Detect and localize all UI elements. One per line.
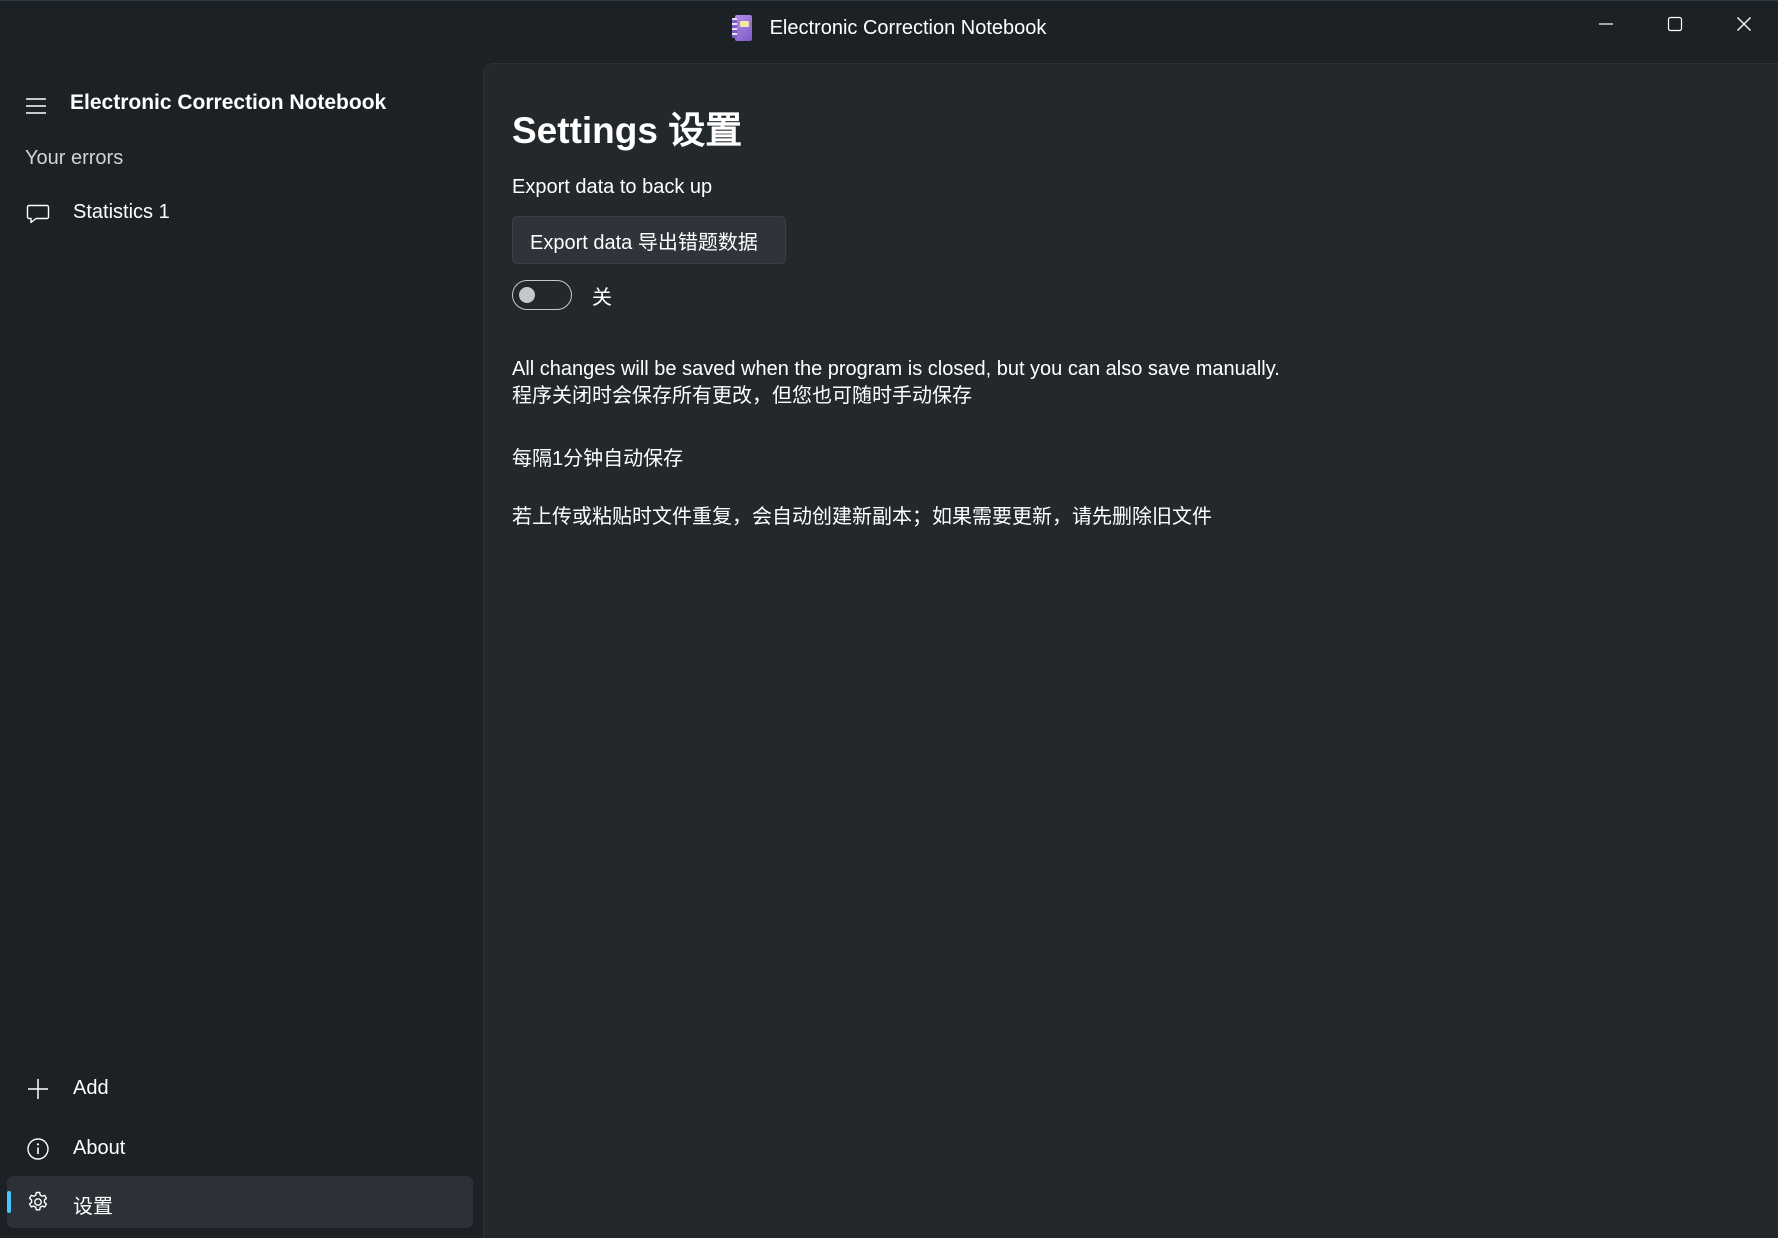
toggle-knob	[519, 287, 535, 303]
maximize-button[interactable]	[1640, 1, 1709, 47]
app-window: Electronic Correction Notebook Electroni…	[0, 0, 1778, 1238]
save-info-english: All changes will be saved when the progr…	[512, 358, 1280, 380]
selection-indicator	[7, 1191, 11, 1213]
section-header-your-errors: Your errors	[25, 147, 124, 169]
sidebar-item-label: Add	[73, 1077, 109, 1099]
page-title: Settings 设置	[512, 110, 743, 151]
toggle-state-label: 关	[592, 286, 612, 309]
close-icon	[1736, 17, 1751, 31]
gear-icon	[25, 1189, 51, 1215]
chat-bubble-icon	[25, 200, 51, 226]
sidebar-item-label: About	[73, 1137, 126, 1159]
plus-icon	[25, 1076, 51, 1102]
minimize-button[interactable]	[1571, 1, 1640, 47]
title-center: Electronic Correction Notebook	[0, 15, 1778, 41]
sidebar-item-label: Statistics 1	[73, 201, 170, 223]
minimize-icon	[1598, 23, 1613, 25]
window-title: Electronic Correction Notebook	[769, 16, 1047, 39]
title-bar[interactable]: Electronic Correction Notebook	[0, 1, 1778, 63]
maximize-icon	[1667, 16, 1682, 32]
duplicate-file-note: 若上传或粘贴时文件重复，会自动创建新副本；如果需要更新，请先删除旧文件	[512, 506, 1212, 528]
notebook-app-icon	[731, 15, 752, 41]
sidebar-header: Electronic Correction Notebook	[0, 81, 483, 137]
menu-toggle-button[interactable]	[18, 88, 54, 124]
sidebar-title: Electronic Correction Notebook	[70, 91, 387, 114]
toggle-switch[interactable]	[512, 280, 572, 310]
export-section-label: Export data to back up	[512, 176, 713, 198]
sidebar-item-statistics-1[interactable]: Statistics 1	[7, 187, 473, 239]
save-info-chinese: 程序关闭时会保存所有更改，但您也可随时手动保存	[512, 385, 972, 407]
export-data-button[interactable]: Export data 导出错题数据	[512, 216, 786, 264]
info-icon	[25, 1136, 51, 1162]
sidebar-item-settings[interactable]: 设置	[7, 1176, 473, 1228]
toggle-row: 关	[512, 279, 612, 311]
sidebar-item-label: 设置	[73, 1196, 113, 1218]
hamburger-menu-icon	[26, 98, 46, 114]
autosave-info: 每隔1分钟自动保存	[512, 448, 684, 470]
save-info-text: All changes will be saved when the progr…	[512, 356, 1280, 410]
sidebar: Electronic Correction Notebook Your erro…	[0, 63, 483, 1238]
sidebar-item-about[interactable]: About	[7, 1123, 473, 1175]
settings-page: Settings 设置 Export data to back up Expor…	[483, 63, 1778, 1238]
close-button[interactable]	[1709, 1, 1778, 47]
caption-buttons	[1571, 1, 1778, 47]
sidebar-item-add[interactable]: Add	[7, 1063, 473, 1115]
